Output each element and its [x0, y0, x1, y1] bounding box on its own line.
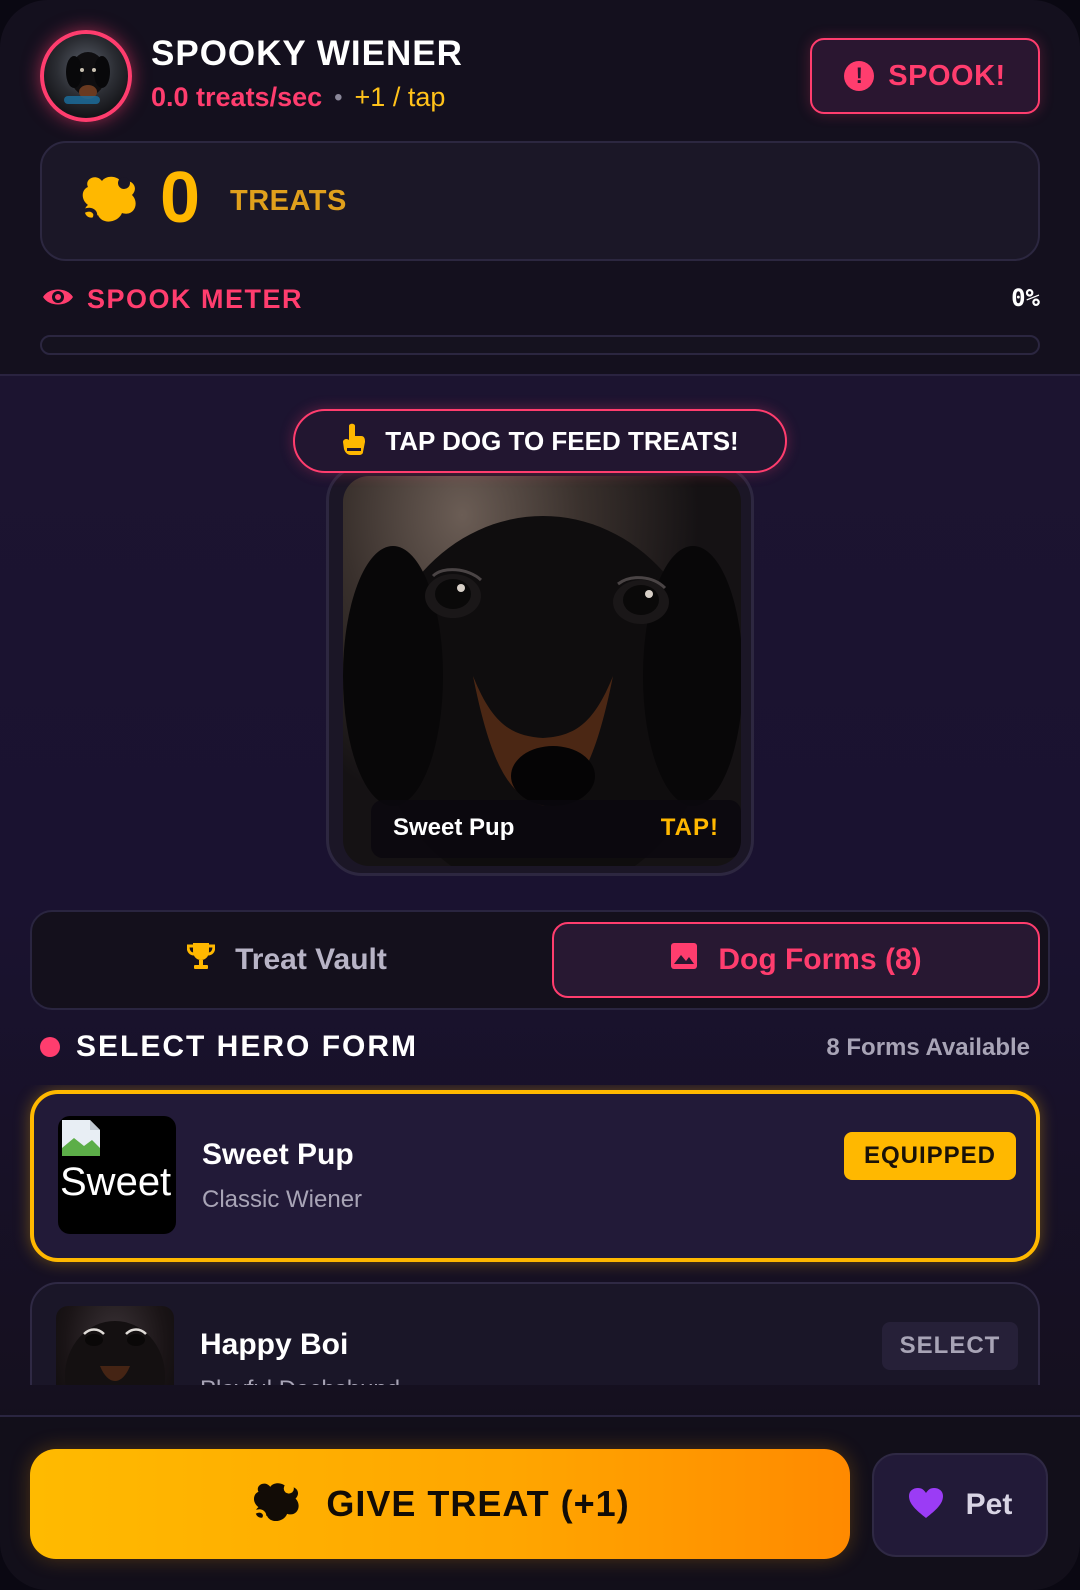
separator-dot: • [334, 83, 343, 111]
spook-meter-label: SPOOK METER [41, 284, 303, 315]
tab-treat-vault[interactable]: Treat Vault [42, 922, 532, 998]
section-dot [40, 1037, 60, 1057]
spook-button-label: SPOOK! [888, 59, 1006, 92]
equipped-badge: EQUIPPED [844, 1132, 1016, 1180]
dog-name: Sweet Pup [393, 814, 515, 841]
dog-caption: Sweet Pup TAP! [371, 800, 741, 858]
spook-meter-title: SPOOK METER [87, 284, 304, 314]
bottom-action-bar: GIVE TREAT (+1) Pet [0, 1415, 1080, 1590]
give-treat-label: GIVE TREAT (+1) [326, 1483, 630, 1524]
form-thumbnail [56, 1306, 174, 1385]
tap-hint-pill: TAP DOG TO FEED TREATS! [293, 409, 787, 473]
form-name: Happy Boi [200, 1328, 349, 1361]
hand-tap-icon [341, 422, 367, 461]
form-subtitle: Playful Dachshund [200, 1376, 400, 1385]
treats-count: 0 [160, 158, 201, 238]
rate-line: 0.0 treats/sec • +1 / tap [151, 82, 445, 113]
tab-dog-forms-label: Dog Forms (8) [718, 943, 922, 976]
image-icon [670, 942, 698, 978]
dog-photo[interactable]: Sweet Pup TAP! [343, 476, 741, 866]
section-header: SELECT HERO FORM [40, 1030, 418, 1064]
trophy-icon [186, 941, 216, 979]
spook-meter-bar [40, 335, 1040, 355]
per-tap-value: +1 / tap [354, 82, 446, 112]
tab-treat-vault-label: Treat Vault [235, 943, 387, 976]
treats-counter-card: 0 TREATS [40, 141, 1040, 261]
tap-hint-text: TAP DOG TO FEED TREATS! [385, 425, 739, 456]
app-screen: SPOOKY WIENER 0.0 treats/sec • +1 / tap … [0, 0, 1080, 1590]
tab-dog-forms[interactable]: Dog Forms (8) [552, 922, 1040, 998]
treats-per-sec: 0.0 treats/sec [151, 82, 323, 112]
tap-label: TAP! [660, 814, 719, 841]
forms-available-count: 8 Forms Available [826, 1034, 1030, 1061]
dog-tap-target[interactable]: Sweet Pup TAP! [326, 465, 754, 876]
form-subtitle: Classic Wiener [202, 1186, 363, 1213]
forms-list[interactable]: Sweet Sweet Pup Classic Wiener EQUIPPED … [0, 1085, 1080, 1385]
select-button[interactable]: SELECT [882, 1322, 1018, 1370]
alert-circle-icon: ! [844, 61, 875, 91]
form-card-happy-boi[interactable]: Happy Boi Playful Dachshund SELECT [30, 1282, 1040, 1385]
dog-treat-icon [78, 167, 142, 236]
form-card-sweet-pup[interactable]: Sweet Sweet Pup Classic Wiener EQUIPPED [30, 1090, 1040, 1262]
section-title: SELECT HERO FORM [76, 1030, 419, 1063]
form-name: Sweet Pup [202, 1138, 354, 1171]
heart-icon [908, 1487, 944, 1524]
pet-label: Pet [965, 1488, 1013, 1521]
avatar[interactable] [40, 30, 132, 122]
header: SPOOKY WIENER 0.0 treats/sec • +1 / tap … [0, 0, 1080, 376]
tab-bar: Treat Vault Dog Forms (8) [30, 910, 1050, 1010]
treats-label: TREATS [230, 185, 347, 217]
app-title: SPOOKY WIENER [151, 34, 463, 73]
pet-button[interactable]: Pet [872, 1453, 1048, 1557]
give-treat-button[interactable]: GIVE TREAT (+1) [30, 1449, 850, 1559]
eye-icon [41, 285, 75, 314]
spook-meter-percent: 0% [1011, 284, 1040, 312]
thumbnail-alt-text: Sweet [60, 1160, 172, 1204]
spook-button[interactable]: ! SPOOK! [810, 38, 1040, 114]
form-thumbnail: Sweet [58, 1116, 176, 1234]
dog-treat-icon [250, 1475, 304, 1534]
